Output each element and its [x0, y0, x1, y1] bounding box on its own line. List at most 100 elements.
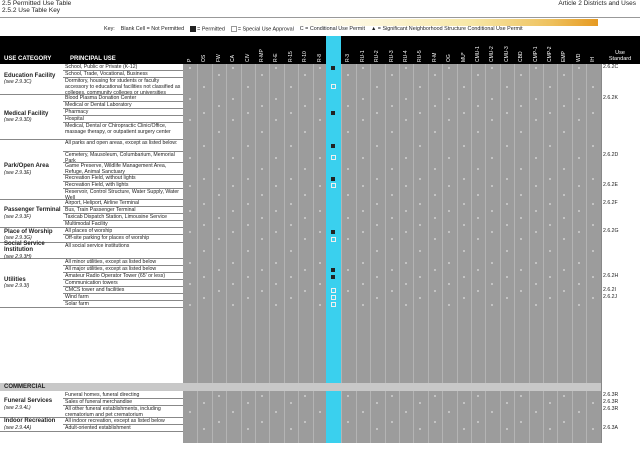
- category-ref: (see 2.9.3E): [4, 169, 32, 176]
- permitted-marker: [331, 229, 335, 234]
- table-row: School, Public or Private (K-12) 2.6.2C: [0, 64, 640, 71]
- cell-marker: [592, 401, 595, 404]
- cell-marker: [217, 268, 220, 271]
- cell-marker: [376, 275, 379, 278]
- cell-marker: [289, 177, 292, 180]
- table-row: CMCS tower and facilities 2.6.2I: [0, 287, 640, 294]
- cell-marker: [534, 118, 537, 121]
- cell-marker: [520, 216, 523, 219]
- cell-marker: [419, 223, 422, 226]
- zone-label: R-M: [431, 52, 438, 62]
- table-header: USE CATEGORY PRINCIPAL USE Use Standard …: [0, 36, 640, 64]
- zone-header-r-m: R-M: [428, 38, 442, 62]
- zone-label: R-E: [273, 53, 280, 62]
- cell-marker: [232, 261, 235, 264]
- key-permitted-label: = Permitted: [197, 26, 225, 33]
- principal-use-cell: Cemetery, Mausoleum, Columbarium, Memori…: [63, 152, 183, 163]
- cell-marker: [563, 193, 566, 196]
- cell-marker: [232, 282, 235, 285]
- principal-use-cell: All social service institutions: [63, 243, 183, 259]
- cell-marker: [520, 394, 523, 397]
- cell-marker: [361, 118, 364, 121]
- principal-use-cell: Sales of funeral merchandise: [63, 399, 183, 406]
- cell-marker: [448, 66, 451, 69]
- cell-marker: [433, 193, 436, 196]
- cell-marker: [289, 85, 292, 88]
- cell-marker: [361, 230, 364, 233]
- cell-marker: [347, 238, 350, 240]
- cell-marker: [318, 184, 321, 187]
- zone-header-ru-3: RU-3: [385, 38, 399, 62]
- cell-marker: [390, 238, 393, 240]
- cell-marker: [563, 130, 566, 133]
- key-special-label: = Special Use Approval: [237, 26, 294, 33]
- cell-marker: [577, 411, 580, 413]
- cell-marker: [577, 303, 580, 306]
- principal-use-cell: Recreation Field, with lights: [63, 182, 183, 189]
- category-ref: (see 2.9.3I): [4, 283, 30, 289]
- category-name: Social Service Institution: [4, 240, 45, 254]
- table-row: Amateur Radio Operator Tower (65' or les…: [0, 273, 640, 280]
- cell-marker: [347, 420, 350, 423]
- cell-marker: [318, 209, 321, 212]
- cell-marker: [491, 156, 494, 159]
- cell-marker: [563, 394, 566, 397]
- table-row: All places of worship 2.6.2G: [0, 228, 640, 235]
- zone-label: R-8: [316, 53, 323, 62]
- table-row: Cemetery, Mausoleum, Columbarium, Memori…: [0, 152, 640, 163]
- zone-header-p: P: [183, 38, 197, 62]
- cell-marker: [477, 268, 479, 271]
- cell-marker: [419, 177, 422, 180]
- conditional-marker: [331, 84, 336, 89]
- principal-use-cell: School, Trade, Vocational, Business: [63, 71, 183, 78]
- zone-header-emp: EMP: [557, 38, 571, 62]
- cell-marker: [246, 111, 249, 114]
- key-special: = Special Use Approval: [230, 26, 294, 33]
- cell-marker: [433, 238, 436, 240]
- cell-marker: [203, 177, 206, 180]
- use-standard-cell: 2.6.3R: [603, 392, 619, 398]
- cell-marker: [433, 168, 436, 170]
- cell-marker: [304, 193, 307, 196]
- cell-marker: [592, 177, 595, 180]
- cell-marker: [376, 202, 379, 205]
- table-row: Hospital: [0, 116, 640, 123]
- cell-marker: [189, 97, 191, 100]
- zone-header-r-15: R-15: [284, 38, 298, 62]
- zone-label: EMP: [561, 51, 568, 62]
- principal-use-cell: Wind farm: [63, 294, 183, 301]
- cell-marker: [462, 223, 465, 226]
- table-row: All other funeral establishments, includ…: [0, 406, 640, 418]
- cell-marker: [419, 145, 422, 147]
- zone-header-wd: WD: [572, 38, 586, 62]
- cell-marker: [304, 268, 307, 271]
- cell-marker: [433, 420, 436, 423]
- cell-marker: [275, 282, 278, 285]
- principal-use-cell: Medical or Dental Laboratory: [63, 102, 183, 109]
- cell-marker: [520, 193, 523, 196]
- zone-header-ih: IH: [586, 38, 600, 62]
- principal-use-cell: Game Preserve, Wildlife Management Area,…: [63, 163, 183, 175]
- legend-key: Key: Blank Cell = Not Permitted = Permit…: [104, 26, 523, 32]
- use-standard-cell: 2.6.3A: [603, 425, 618, 431]
- table-row: Pharmacy: [0, 109, 640, 116]
- cell-marker: [592, 202, 595, 205]
- cell-marker: [577, 261, 580, 264]
- principal-use-cell: Solar farm: [63, 301, 183, 308]
- use-standard-cell: 2.6.2C: [603, 64, 619, 70]
- cell-marker: [549, 250, 551, 252]
- zone-label: WD: [575, 53, 582, 62]
- table-row: Reservoir, Control Structure, Water Supp…: [0, 189, 640, 200]
- cell-marker: [577, 97, 580, 100]
- cell-marker: [189, 261, 191, 264]
- cell-marker: [289, 401, 292, 404]
- principal-use-cell: CMCS tower and facilities: [63, 287, 183, 294]
- cell-marker: [304, 394, 307, 397]
- cell-marker: [577, 118, 580, 121]
- cell-marker: [491, 66, 494, 69]
- cell-marker: [534, 282, 537, 285]
- cell-marker: [448, 97, 451, 100]
- cell-marker: [419, 296, 422, 299]
- zone-header-r-3: R-3: [341, 38, 355, 62]
- cell-marker: [505, 85, 508, 88]
